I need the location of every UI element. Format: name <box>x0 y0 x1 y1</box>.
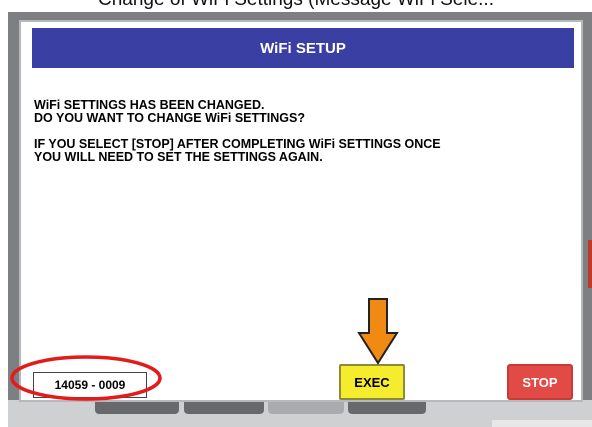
message-line-2: DO YOU WANT TO CHANGE WiFi SETTINGS? <box>34 111 305 125</box>
wifi-setup-dialog: WiFi SETUP WiFi SETTINGS HAS BEEN CHANGE… <box>19 20 583 402</box>
exec-button[interactable]: EXEC <box>339 364 405 400</box>
bottom-right-panel <box>492 420 592 427</box>
bottom-tab-3 <box>268 400 344 414</box>
stop-button[interactable]: STOP <box>507 364 573 400</box>
message-line-4: YOU WILL NEED TO SET THE SETTINGS AGAIN. <box>34 150 323 164</box>
annotation-down-arrow-icon <box>357 298 399 365</box>
bottom-tab-2 <box>184 400 264 414</box>
side-indicator <box>588 240 592 288</box>
bottom-tab-4 <box>348 400 426 414</box>
dialog-title: WiFi SETUP <box>32 28 574 68</box>
annotation-ellipse-icon <box>10 355 162 401</box>
